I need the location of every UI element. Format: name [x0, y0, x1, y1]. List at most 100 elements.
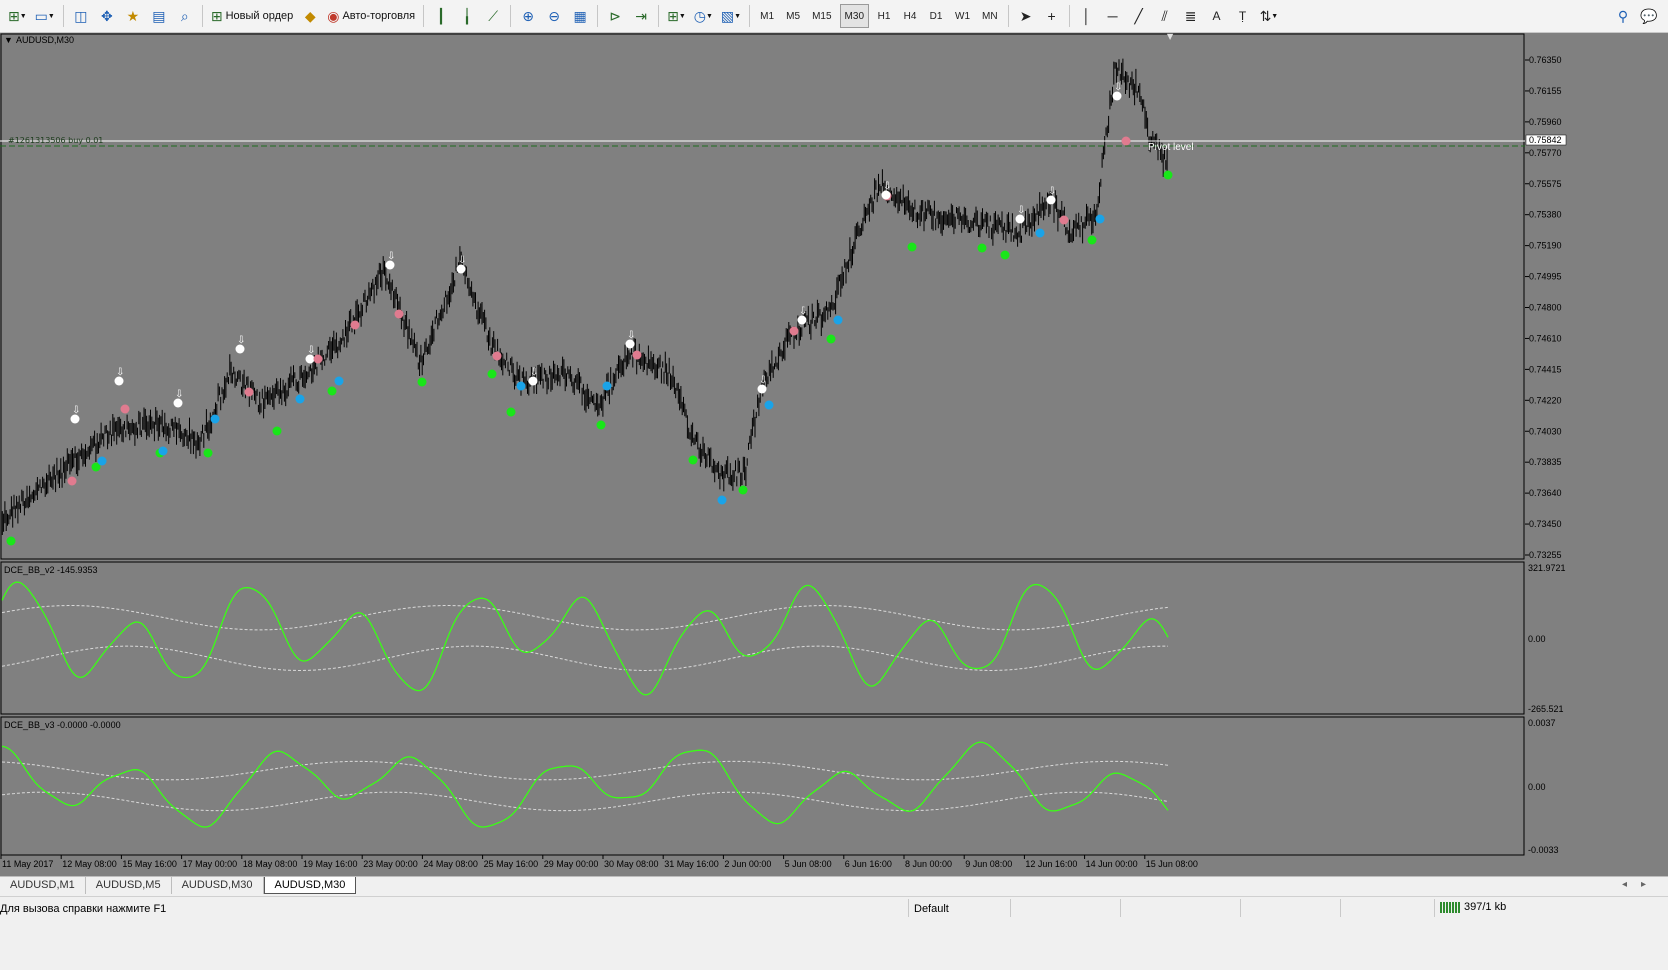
- buy-signal-marker: [738, 485, 748, 495]
- timeframe-d1-button[interactable]: D1: [925, 4, 947, 28]
- periods-button[interactable]: ◷ ▼: [692, 4, 715, 28]
- candlestick-button[interactable]: ╽: [456, 4, 478, 28]
- timeframe-h4-button[interactable]: H4: [899, 4, 921, 28]
- dropdown-arrow-icon: ▼: [705, 12, 713, 20]
- market-watch-button[interactable]: ◫: [70, 4, 92, 28]
- time-axis-label: 2 Jun 00:00: [724, 859, 771, 869]
- indicator2-scale-label: 0.00: [1528, 782, 1546, 792]
- navigator-button[interactable]: ★: [122, 4, 144, 28]
- timeframe-m5-button[interactable]: M5: [782, 4, 804, 28]
- blue-signal-marker: [158, 446, 168, 456]
- magnifier-window-icon: ⌕: [180, 8, 189, 24]
- price-axis-label: 0.74415: [1529, 364, 1562, 374]
- horizontal-line-button[interactable]: ─: [1102, 4, 1124, 28]
- indicators-button[interactable]: ⊞ ▼: [665, 4, 688, 28]
- blue-signal-marker: [717, 495, 727, 505]
- blue-signal-marker: [295, 394, 305, 404]
- indicator1-scale-label: 321.9721: [1528, 563, 1566, 573]
- status-divider: [1434, 899, 1435, 917]
- price-axis-label: 0.73640: [1529, 488, 1562, 498]
- indicator2-scale-label: -0.0033: [1528, 845, 1559, 855]
- sell-signal-marker: [1059, 215, 1069, 225]
- sell-signal-marker: [789, 326, 799, 336]
- blue-signal-marker: [97, 456, 107, 466]
- sell-signal-marker: [350, 320, 360, 330]
- text-button[interactable]: A: [1206, 4, 1228, 28]
- zoom-in-button[interactable]: ⊕: [517, 4, 539, 28]
- templates-icon: ▧: [720, 8, 735, 24]
- cursor-button[interactable]: ➤: [1015, 4, 1037, 28]
- status-divider: [1340, 899, 1341, 917]
- bar-chart-button[interactable]: ┃: [430, 4, 452, 28]
- pivot-level-label: Pivot level: [1148, 142, 1194, 153]
- buy-signal-marker: [1163, 170, 1173, 180]
- tab-audusd-m1[interactable]: AUDUSD,M1: [0, 877, 86, 894]
- sell-signal-marker: [1121, 136, 1131, 146]
- auto-trading-button[interactable]: ◉ Авто-торговля: [325, 4, 417, 28]
- down-arrow-icon: ⇩: [1114, 82, 1122, 93]
- profiles-button[interactable]: ▭ ▼: [33, 4, 57, 28]
- data-window-button[interactable]: ✥: [96, 4, 118, 28]
- time-axis-label: 5 Jun 08:00: [785, 859, 832, 869]
- channel-button[interactable]: ⫽: [1154, 4, 1176, 28]
- time-axis-label: 23 May 00:00: [363, 859, 418, 869]
- chart-title: AUDUSD,M30: [16, 35, 74, 45]
- channel-icon: ⫽: [1161, 8, 1168, 24]
- metaeditor-button[interactable]: ◆: [299, 4, 321, 28]
- vertical-line-button[interactable]: │: [1076, 4, 1098, 28]
- blue-signal-marker: [1095, 214, 1105, 224]
- chat-button[interactable]: 💬: [1638, 4, 1660, 28]
- toolbar-separator: [597, 5, 599, 27]
- price-axis-label: 0.74995: [1529, 272, 1562, 282]
- scroll-right-icon[interactable]: ▸: [1641, 879, 1660, 890]
- connection-bars-icon: [1440, 901, 1460, 913]
- timeframe-m1-button[interactable]: M1: [756, 4, 778, 28]
- timeframe-h1-button[interactable]: H1: [873, 4, 895, 28]
- terminal-button[interactable]: ▤: [148, 4, 170, 28]
- line-chart-button[interactable]: ⟋: [482, 4, 504, 28]
- chart-window[interactable]: #1261313506 buy 0.01 Pivot level ⇩ ⇩ ⇩ ⇩ ⇩ ⇩ ⇩ ⇩ ⇩…: [0, 33, 1668, 876]
- chart-canvas[interactable]: #1261313506 buy 0.01 Pivot level ⇩ ⇩ ⇩ ⇩ ⇩ ⇩ ⇩ ⇩ ⇩…: [0, 33, 1668, 876]
- buy-signal-marker: [327, 386, 337, 396]
- toolbar-separator: [1068, 5, 1070, 27]
- timeframe-group: M1 M5 M15 M30 H1 H4 D1 W1 MN: [754, 4, 1003, 28]
- price-axis-label: 0.74030: [1529, 426, 1562, 436]
- timeframe-m15-button[interactable]: M15: [808, 4, 835, 28]
- tab-audusd-m30-active[interactable]: AUDUSD,M30: [263, 877, 357, 894]
- toolbar-separator: [1007, 5, 1009, 27]
- time-axis-label: 19 May 16:00: [303, 859, 358, 869]
- crosshair-button[interactable]: +: [1041, 4, 1063, 28]
- vertical-line-icon: │: [1082, 8, 1091, 24]
- arrows-button[interactable]: ⇅ ▼: [1258, 4, 1281, 28]
- strategy-tester-button[interactable]: ⌕: [174, 4, 196, 28]
- search-button[interactable]: ⚲: [1612, 4, 1634, 28]
- scroll-left-icon[interactable]: ◂: [1622, 879, 1641, 890]
- auto-scroll-button[interactable]: ⊳: [604, 4, 626, 28]
- price-axis-label: 0.73255: [1529, 550, 1562, 560]
- indicator1-scale-label: 0.00: [1528, 634, 1546, 644]
- buy-signal-marker: [977, 243, 987, 253]
- zoom-out-button[interactable]: ⊖: [543, 4, 565, 28]
- dropdown-arrow-icon: ▼: [678, 12, 686, 20]
- buy-signal-marker: [417, 377, 427, 387]
- trendline-button[interactable]: ╱: [1128, 4, 1150, 28]
- bar-chart-icon: ┃: [436, 8, 446, 24]
- tile-windows-button[interactable]: ▦: [569, 4, 591, 28]
- time-axis-label: 25 May 16:00: [484, 859, 539, 869]
- timeframe-mn-button[interactable]: MN: [978, 4, 1002, 28]
- fibonacci-button[interactable]: ≣: [1180, 4, 1202, 28]
- price-axis-label: 0.74800: [1529, 303, 1562, 313]
- timeframe-m30-button[interactable]: M30: [839, 4, 869, 28]
- timeframe-w1-button[interactable]: W1: [951, 4, 974, 28]
- tab-audusd-m5[interactable]: AUDUSD,M5: [86, 877, 172, 894]
- price-axis-label: 0.75190: [1529, 241, 1562, 251]
- star-folder-icon: ★: [126, 8, 140, 24]
- new-order-button[interactable]: ⊞ Новый ордер: [209, 4, 295, 28]
- new-chart-button[interactable]: ⊞ ▼: [6, 4, 29, 28]
- templates-button[interactable]: ▧ ▼: [719, 4, 743, 28]
- chart-shift-button[interactable]: ⇥: [630, 4, 652, 28]
- text-label-button[interactable]: Ṭ: [1232, 4, 1254, 28]
- blue-signal-marker: [210, 414, 220, 424]
- tab-scroll-arrows[interactable]: ◂▸: [1622, 879, 1660, 890]
- tab-audusd-m30[interactable]: AUDUSD,M30: [172, 877, 264, 894]
